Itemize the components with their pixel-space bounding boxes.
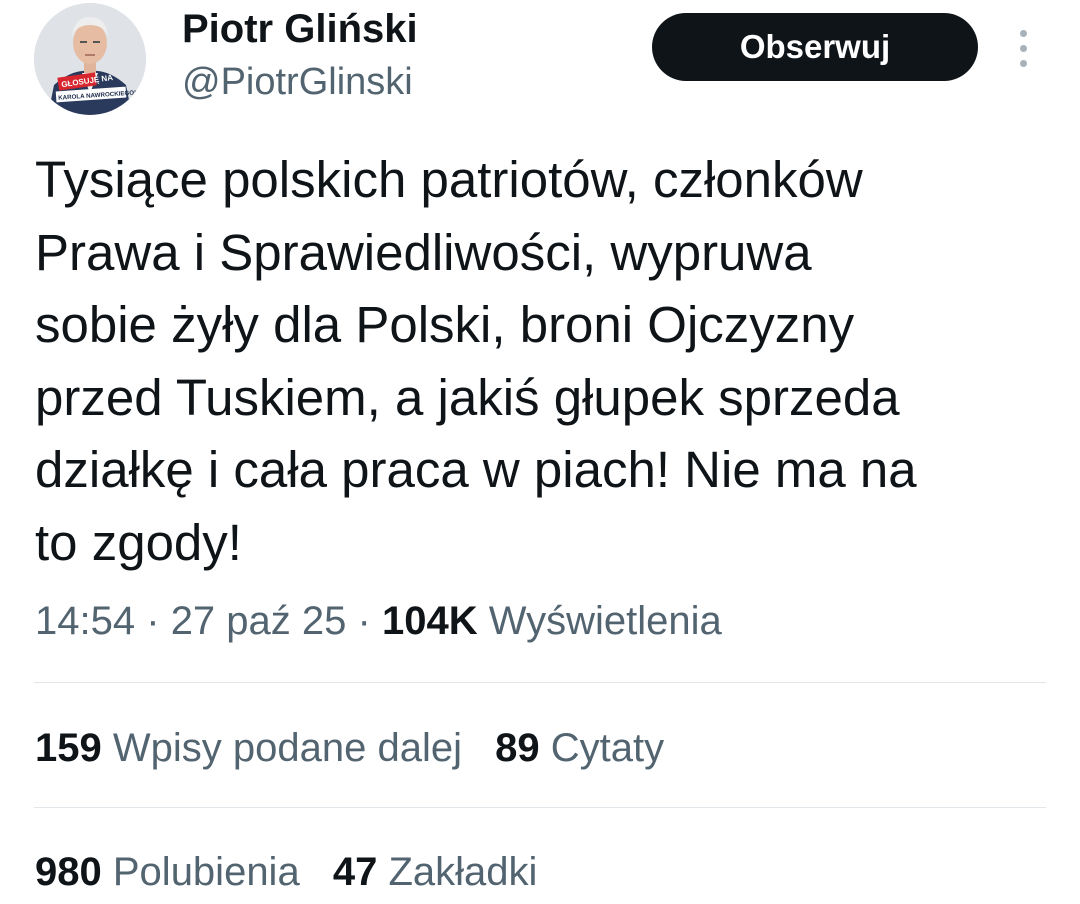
tweet-meta: 14:54 · 27 paź 25 · 104K Wyświetlenia <box>35 595 722 647</box>
likes-label: Polubienia <box>112 850 300 894</box>
tweet-line: Tysiące polskich patriotów, członków <box>35 151 863 208</box>
author-name[interactable]: Piotr Gliński <box>182 5 418 53</box>
more-dot <box>1020 60 1027 67</box>
tweet-line: to zgody! <box>35 513 242 571</box>
meta-separator: · <box>357 599 371 643</box>
tweet-line: działkę i cała praca w piach! Nie ma na <box>35 441 917 498</box>
author-handle[interactable]: @PiotrGlinski <box>182 58 413 106</box>
bookmarks-label: Zakładki <box>388 850 538 894</box>
tweet-time[interactable]: 14:54 <box>35 599 135 643</box>
tweet-date[interactable]: 27 paź 25 <box>171 599 347 643</box>
more-dot <box>1020 30 1027 37</box>
more-options-icon[interactable] <box>1010 30 1038 70</box>
divider <box>34 807 1046 808</box>
tweet-text: Tysiące polskich patriotów, członków Pra… <box>35 144 1035 579</box>
meta-separator: · <box>146 599 160 643</box>
reposts-label: Wpisy podane dalej <box>112 726 462 770</box>
likes-count: 980 <box>35 850 102 894</box>
avatar[interactable]: GŁOSUJĘ NA KAROLA NAWROCKIEGO! <box>34 3 146 115</box>
tweet-line: przed Tuskiem, a jakiś głupek sprzeda <box>35 368 900 426</box>
tweet-line: sobie żyły dla Polski, broni Ojczyzny <box>35 296 855 353</box>
divider <box>34 682 1046 683</box>
views-label: Wyświetlenia <box>488 599 722 643</box>
views-count: 104K <box>381 599 478 643</box>
quotes-stat[interactable]: 89 Cytaty <box>495 722 664 774</box>
reposts-stat[interactable]: 159 Wpisy podane dalej <box>35 722 462 774</box>
likes-stat[interactable]: 980 Polubienia <box>35 846 300 898</box>
bookmarks-count: 47 <box>332 850 378 894</box>
quotes-count: 89 <box>495 726 540 770</box>
bookmarks-stat[interactable]: 47 Zakładki <box>333 846 538 898</box>
stats-row-likes: 980 Polubienia 47 Zakładki <box>35 846 537 898</box>
more-dot <box>1020 45 1027 52</box>
reposts-count: 159 <box>35 726 102 770</box>
tweet-line: Prawa i Sprawiedliwości, wypruwa <box>35 223 812 281</box>
follow-button[interactable]: Obserwuj <box>652 13 978 81</box>
quotes-label: Cytaty <box>550 726 665 770</box>
stats-row-shares: 159 Wpisy podane dalej 89 Cytaty <box>35 722 664 774</box>
